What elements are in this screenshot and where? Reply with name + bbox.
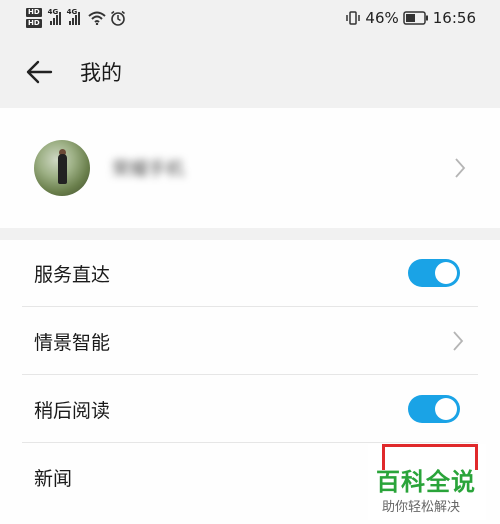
hd-badges: HD HD [26, 8, 42, 28]
vibrate-icon [346, 11, 361, 25]
watermark-logo: 百科全说 助你轻松解决 [368, 444, 486, 520]
battery-percent: 46% [365, 9, 399, 27]
setting-label: 稍后阅读 [34, 399, 111, 422]
service-direct-toggle[interactable] [408, 259, 460, 287]
page-title: 我的 [80, 61, 122, 85]
setting-row-read-later[interactable]: 稍后阅读 [22, 376, 478, 443]
read-later-toggle[interactable] [408, 395, 460, 423]
setting-label: 服务直达 [34, 263, 111, 286]
chevron-right-icon [453, 331, 464, 351]
network-type: 4G [66, 7, 78, 16]
watermark-subtitle: 助你轻松解决 [382, 500, 461, 515]
chevron-right-icon [455, 158, 466, 178]
setting-label: 情景智能 [34, 331, 111, 354]
back-arrow-icon[interactable] [24, 57, 54, 87]
watermark-title: 百科全说 [376, 468, 476, 496]
profile-card[interactable]: 荣耀手机 [0, 108, 500, 228]
battery-icon [403, 11, 428, 25]
avatar[interactable] [34, 140, 90, 196]
wifi-icon [88, 11, 106, 25]
username: 荣耀手机 [112, 159, 184, 180]
network-type: 4G [47, 7, 59, 16]
status-bar: HD HD 4G 4G 46% 16:56 [0, 0, 500, 36]
setting-row-scene-intelligence[interactable]: 情景智能 [22, 308, 478, 375]
alarm-icon [110, 10, 125, 26]
setting-row-service-direct[interactable]: 服务直达 [22, 240, 478, 307]
hd-badge: HD [26, 19, 42, 28]
signal-icon: 4G [67, 8, 80, 25]
setting-label: 新闻 [34, 468, 73, 490]
clock: 16:56 [432, 9, 476, 27]
status-right: 46% 16:56 [345, 9, 476, 27]
signal-icon: 4G [48, 8, 61, 25]
page-header: 我的 [0, 36, 500, 108]
hd-badge: HD [26, 8, 42, 17]
status-left: HD HD 4G 4G [26, 8, 126, 28]
